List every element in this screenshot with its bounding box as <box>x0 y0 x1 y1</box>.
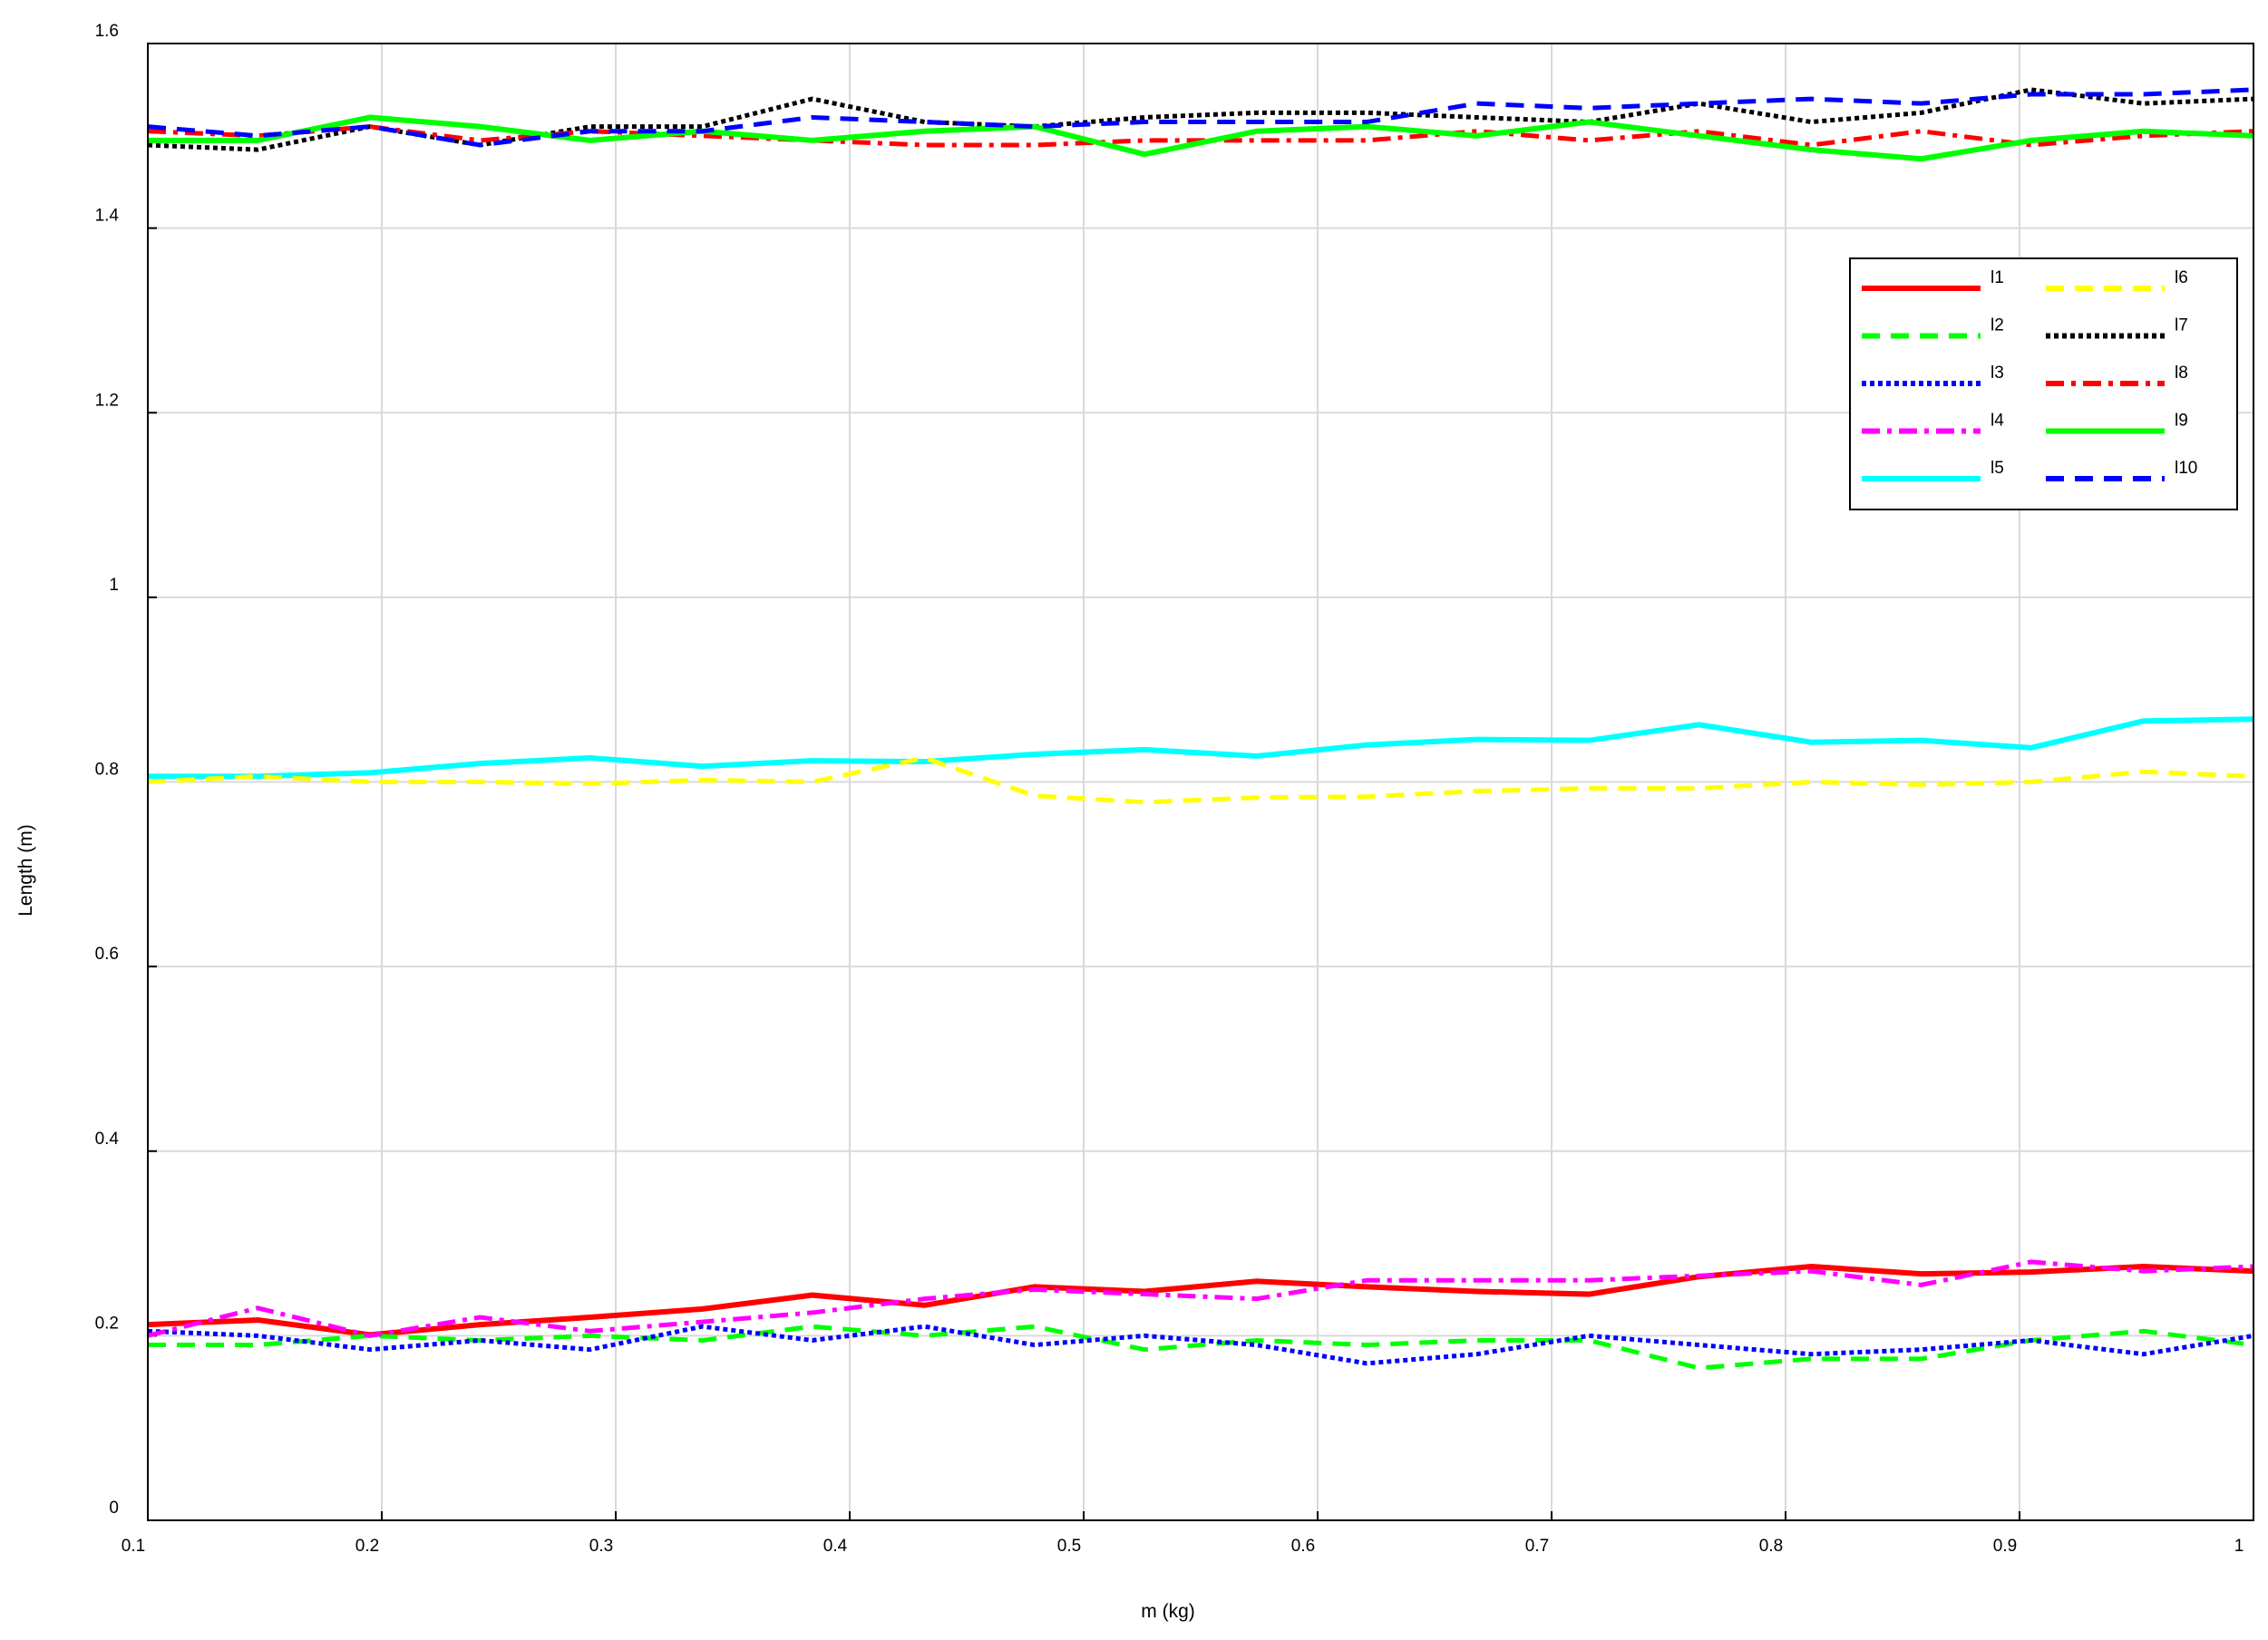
x-tick-label: 0.1 <box>122 1537 145 1556</box>
y-tick-label: 0.8 <box>95 761 119 780</box>
legend-label-l4: l4 <box>1991 412 2004 431</box>
y-tick-label: 1 <box>109 576 119 595</box>
x-tick-label: 0.4 <box>823 1537 848 1556</box>
x-tick-label: 0.8 <box>1759 1537 1783 1556</box>
legend-label-l2: l2 <box>1991 316 2004 335</box>
legend: l1 l2 l3 l4 l5 l6 l7 l8 l9 l10 <box>1849 257 2238 510</box>
x-tick-label: 0.3 <box>589 1537 613 1556</box>
y-tick-label: 1.4 <box>95 207 120 226</box>
series-line-l2 <box>148 1324 2254 1371</box>
x-tick-label: 0.7 <box>1525 1537 1549 1556</box>
y-tick-label: 1.6 <box>95 22 119 41</box>
series-line-l10 <box>147 87 2254 148</box>
y-tick-label: 0 <box>109 1499 119 1518</box>
y-tick-label: 0.4 <box>95 1130 120 1149</box>
legend-label-l3: l3 <box>1991 364 2004 383</box>
y-tick-label: 0.6 <box>95 945 119 964</box>
legend-label-l10: l10 <box>2175 459 2197 478</box>
legend-label-l6: l6 <box>2175 268 2188 287</box>
line-chart: 0.1 0.2 0.3 0.4 0.5 0.6 0.7 0.8 0.9 1 0 0.2 0.4 0.6 0.… <box>15 22 2254 1622</box>
x-tick-label: 0.2 <box>355 1537 379 1556</box>
x-tick-label: 0.5 <box>1057 1537 1081 1556</box>
series-line-l5 <box>148 716 2254 780</box>
legend-label-l7: l7 <box>2175 316 2188 335</box>
series-line-l1 <box>147 1264 2254 1338</box>
legend-label-l8: l8 <box>2175 364 2188 383</box>
legend-label-l5: l5 <box>1991 459 2004 478</box>
x-tick-label: 0.9 <box>1993 1537 2017 1556</box>
y-tick-label: 0.2 <box>95 1314 119 1333</box>
y-tick-label: 1.2 <box>95 391 119 410</box>
x-axis-label: m (kg) <box>1141 1601 1195 1622</box>
y-axis-label: Length (m) <box>15 824 36 917</box>
x-tick-label: 0.6 <box>1291 1537 1315 1556</box>
legend-label-l1: l1 <box>1991 268 2004 287</box>
legend-label-l9: l9 <box>2175 412 2188 431</box>
x-tick-label: 1 <box>2234 1537 2244 1556</box>
